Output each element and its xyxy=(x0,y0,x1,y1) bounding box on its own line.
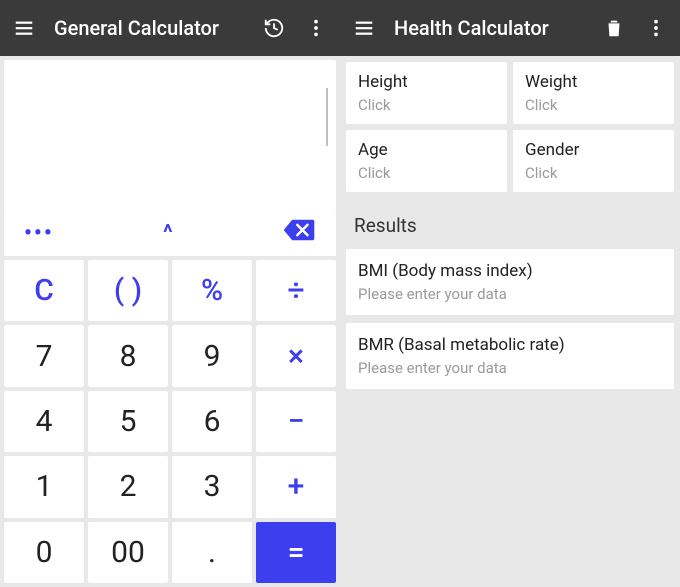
menu-icon[interactable] xyxy=(12,16,36,40)
inputs-grid: Height Click Weight Click Age Click Gend… xyxy=(340,56,680,198)
health-calculator-panel: Health Calculator Height Click Weight Cl… xyxy=(340,0,680,587)
result-hint: Please enter your data xyxy=(358,285,662,303)
results-header: Results xyxy=(340,198,680,249)
key-divide[interactable]: ÷ xyxy=(256,260,336,321)
general-calculator-panel: General Calculator ••• ^ C ( ) % ÷ 7 8 9… xyxy=(0,0,340,587)
key-7[interactable]: 7 xyxy=(4,325,84,386)
input-label: Gender xyxy=(525,140,662,160)
result-hint: Please enter your data xyxy=(358,359,662,377)
input-hint: Click xyxy=(525,164,662,182)
key-2[interactable]: 2 xyxy=(88,456,168,517)
input-age[interactable]: Age Click xyxy=(346,130,507,192)
key-0[interactable]: 0 xyxy=(4,522,84,583)
cursor-icon xyxy=(326,88,328,146)
general-title: General Calculator xyxy=(54,16,244,40)
input-hint: Click xyxy=(358,164,495,182)
calc-display[interactable] xyxy=(4,60,336,210)
key-equals[interactable]: = xyxy=(256,522,336,583)
menu-icon[interactable] xyxy=(352,16,376,40)
result-bmi: BMI (Body mass index) Please enter your … xyxy=(346,249,674,315)
key-5[interactable]: 5 xyxy=(88,391,168,452)
function-row: ••• ^ xyxy=(4,210,336,256)
key-percent[interactable]: % xyxy=(172,260,252,321)
input-hint: Click xyxy=(358,96,495,114)
health-title: Health Calculator xyxy=(394,16,584,40)
key-6[interactable]: 6 xyxy=(172,391,252,452)
more-functions-button[interactable]: ••• xyxy=(24,221,54,246)
key-multiply[interactable]: × xyxy=(256,325,336,386)
key-8[interactable]: 8 xyxy=(88,325,168,386)
key-clear[interactable]: C xyxy=(4,260,84,321)
key-3[interactable]: 3 xyxy=(172,456,252,517)
key-add[interactable]: + xyxy=(256,456,336,517)
history-icon[interactable] xyxy=(262,16,286,40)
key-4[interactable]: 4 xyxy=(4,391,84,452)
overflow-icon[interactable] xyxy=(304,16,328,40)
keypad: C ( ) % ÷ 7 8 9 × 4 5 6 − 1 2 3 + 0 00 .… xyxy=(0,256,340,587)
key-parentheses[interactable]: ( ) xyxy=(88,260,168,321)
input-label: Height xyxy=(358,72,495,92)
general-topbar: General Calculator xyxy=(0,0,340,56)
health-topbar: Health Calculator xyxy=(340,0,680,56)
caret-button[interactable]: ^ xyxy=(163,221,173,246)
key-dot[interactable]: . xyxy=(172,522,252,583)
input-height[interactable]: Height Click xyxy=(346,62,507,124)
input-hint: Click xyxy=(525,96,662,114)
key-00[interactable]: 00 xyxy=(88,522,168,583)
delete-icon[interactable] xyxy=(602,16,626,40)
input-label: Age xyxy=(358,140,495,160)
backspace-icon[interactable] xyxy=(282,216,316,250)
result-label: BMI (Body mass index) xyxy=(358,261,662,281)
result-bmr: BMR (Basal metabolic rate) Please enter … xyxy=(346,323,674,389)
key-9[interactable]: 9 xyxy=(172,325,252,386)
key-subtract[interactable]: − xyxy=(256,391,336,452)
result-label: BMR (Basal metabolic rate) xyxy=(358,335,662,355)
overflow-icon[interactable] xyxy=(644,16,668,40)
input-weight[interactable]: Weight Click xyxy=(513,62,674,124)
input-label: Weight xyxy=(525,72,662,92)
key-1[interactable]: 1 xyxy=(4,456,84,517)
input-gender[interactable]: Gender Click xyxy=(513,130,674,192)
